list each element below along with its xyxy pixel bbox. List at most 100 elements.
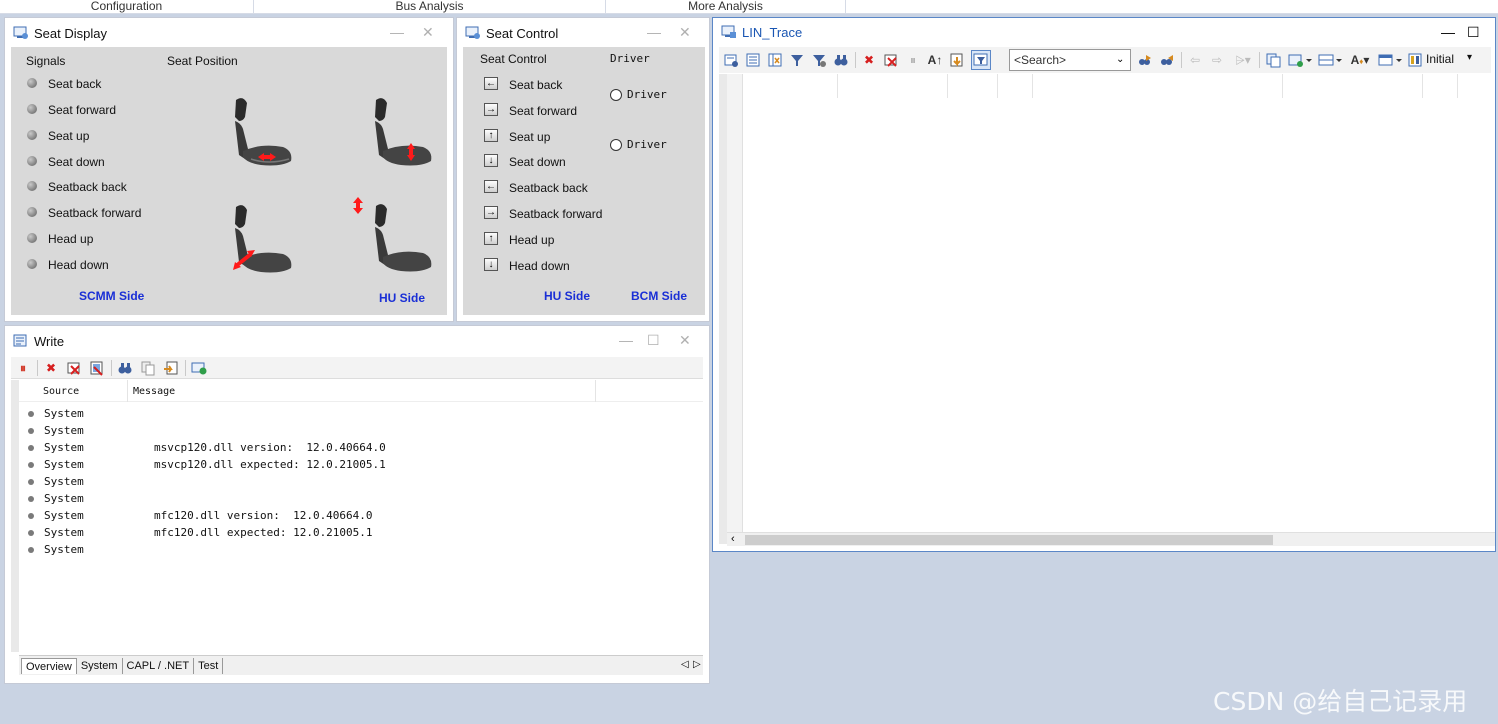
filter-remove-icon[interactable] xyxy=(811,52,827,68)
options-icon[interactable] xyxy=(191,360,207,376)
filter-icon[interactable] xyxy=(789,52,805,68)
tab-test[interactable]: Test xyxy=(194,658,224,674)
view-icon[interactable] xyxy=(1377,52,1403,68)
trace-list-icon[interactable] xyxy=(745,52,761,68)
ribbon-tab-bus-analysis[interactable]: Bus Analysis xyxy=(254,0,606,14)
pause-icon[interactable]: ⏸ xyxy=(15,360,31,376)
minimize-icon[interactable]: — xyxy=(390,24,404,40)
log-source: System xyxy=(44,526,84,539)
maximize-icon[interactable]: ☐ xyxy=(647,332,660,348)
ribbon-tabs: Configuration Bus Analysis More Analysis xyxy=(0,0,1498,14)
trace-splitter[interactable] xyxy=(719,74,727,544)
toolbar-separator xyxy=(111,360,112,376)
find-icon[interactable] xyxy=(833,52,849,68)
time-icon[interactable]: A↑ xyxy=(927,52,943,68)
log-message: mfc120.dll expected: 12.0.21005.1 xyxy=(154,526,373,539)
arrow-right-icon[interactable]: ⇨ xyxy=(1209,52,1225,68)
seatback-forward-button[interactable]: → xyxy=(484,206,498,219)
head-up-button[interactable]: ↑ xyxy=(484,232,498,245)
write-titlebar: Write xyxy=(5,326,709,356)
export-icon[interactable] xyxy=(1287,52,1313,68)
close-icon[interactable]: ✕ xyxy=(679,332,691,348)
head-down-button[interactable]: ↓ xyxy=(484,258,498,271)
arrow-left-icon[interactable]: ⇦ xyxy=(1187,52,1203,68)
write-splitter[interactable] xyxy=(11,380,19,652)
copy-icon[interactable] xyxy=(1265,52,1281,68)
delete-icon[interactable]: ✖ xyxy=(861,52,877,68)
font-icon[interactable]: A♦▾ xyxy=(1347,52,1373,68)
signal-label: Seat back xyxy=(48,77,102,91)
column-divider xyxy=(1457,74,1458,98)
driver-radio-1[interactable] xyxy=(610,89,622,101)
hu-side-label: HU Side xyxy=(544,289,591,303)
source-column-header[interactable]: Source xyxy=(43,386,79,397)
search-forward-icon[interactable] xyxy=(1137,52,1153,68)
seat-control-panel: Seat Control Driver ← Seat back → Seat f… xyxy=(463,47,705,315)
driver-radio-label: Driver xyxy=(627,88,667,101)
seat-back-button[interactable]: ← xyxy=(484,77,498,90)
seat-control-header: Seat Control xyxy=(480,52,547,66)
tab-system[interactable]: System xyxy=(77,658,123,674)
trace-new-icon[interactable] xyxy=(723,52,739,68)
minimize-icon[interactable]: — xyxy=(619,332,633,348)
tab-scroll-right-icon[interactable]: ▷ xyxy=(693,659,701,670)
lin-trace-window: LIN_Trace — ☐ ✖ ⏸ A↑ <Search> ⌄ ⇦ ⇨ ⩥▾ A… xyxy=(712,17,1496,552)
message-column-header[interactable]: Message xyxy=(133,386,175,397)
clear-icon[interactable] xyxy=(66,360,82,376)
tab-capl-net[interactable]: CAPL / .NET xyxy=(123,658,195,674)
write-toolbar: ⏸ ✖ xyxy=(11,357,703,379)
layout-icon[interactable] xyxy=(1317,52,1343,68)
close-icon[interactable]: ✕ xyxy=(422,24,434,40)
column-divider xyxy=(1282,74,1283,98)
signal-label: Seat down xyxy=(48,155,105,169)
ribbon-tab-configuration[interactable]: Configuration xyxy=(0,0,254,14)
column-divider xyxy=(947,74,948,98)
marker-icon[interactable]: ⩥▾ xyxy=(1231,52,1255,68)
horizontal-scrollbar[interactable]: ‹ xyxy=(727,532,1495,546)
export-icon[interactable] xyxy=(163,360,179,376)
seat-forward-button[interactable]: → xyxy=(484,103,498,116)
copy-icon[interactable] xyxy=(140,360,156,376)
trace-window-icon xyxy=(721,25,737,39)
lin-trace-titlebar: LIN_Trace xyxy=(713,18,1495,46)
clear-icon[interactable] xyxy=(883,52,899,68)
seat-display-titlebar: Seat Display xyxy=(5,18,453,48)
column-divider xyxy=(595,380,596,402)
log-source: System xyxy=(44,458,84,471)
scroll-icon[interactable] xyxy=(949,52,965,68)
minimize-icon[interactable]: — xyxy=(1441,24,1455,40)
minimize-icon[interactable]: — xyxy=(647,24,661,40)
seatback-back-button[interactable]: ← xyxy=(484,180,498,193)
log-bullet xyxy=(28,411,34,417)
control-label: Seat back xyxy=(509,78,563,92)
column-filter-icon[interactable] xyxy=(1407,52,1423,68)
search-backward-icon[interactable] xyxy=(1159,52,1175,68)
control-label: Head down xyxy=(509,259,570,273)
signal-label: Head up xyxy=(48,232,94,246)
seat-display-window: Seat Display — ✕ Signals Seat Position S… xyxy=(4,17,454,322)
tab-scroll-left-icon[interactable]: ◁ xyxy=(681,659,689,670)
tab-overview[interactable]: Overview xyxy=(21,658,77,674)
scroll-left-icon[interactable]: ‹ xyxy=(731,533,735,545)
find-icon[interactable] xyxy=(117,360,133,376)
filter-preset-value[interactable]: Initial xyxy=(1426,52,1454,66)
seat-updown-icon xyxy=(375,98,432,166)
trace-columns-icon[interactable] xyxy=(767,52,783,68)
pause-icon[interactable]: ⏸ xyxy=(905,52,921,68)
trace-search-input[interactable]: <Search> ⌄ xyxy=(1009,49,1131,71)
close-icon[interactable]: ✕ xyxy=(679,24,691,40)
delete-icon[interactable]: ✖ xyxy=(43,360,59,376)
scrollbar-thumb[interactable] xyxy=(745,535,1273,545)
write-window: Write — ☐ ✕ ⏸ ✖ Source Message System Sy… xyxy=(4,325,710,684)
chevron-down-icon[interactable]: ⌄ xyxy=(1116,54,1124,65)
seat-up-button[interactable]: ↑ xyxy=(484,129,498,142)
seat-down-button[interactable]: ↓ xyxy=(484,154,498,167)
clear-all-icon[interactable] xyxy=(89,360,105,376)
maximize-icon[interactable]: ☐ xyxy=(1467,24,1480,40)
column-divider xyxy=(837,74,838,98)
ribbon-tab-more-analysis[interactable]: More Analysis xyxy=(606,0,846,14)
chevron-down-icon[interactable]: ▾ xyxy=(1467,52,1472,63)
filter-active-icon[interactable] xyxy=(971,50,991,70)
signal-led xyxy=(27,156,37,166)
driver-radio-2[interactable] xyxy=(610,139,622,151)
